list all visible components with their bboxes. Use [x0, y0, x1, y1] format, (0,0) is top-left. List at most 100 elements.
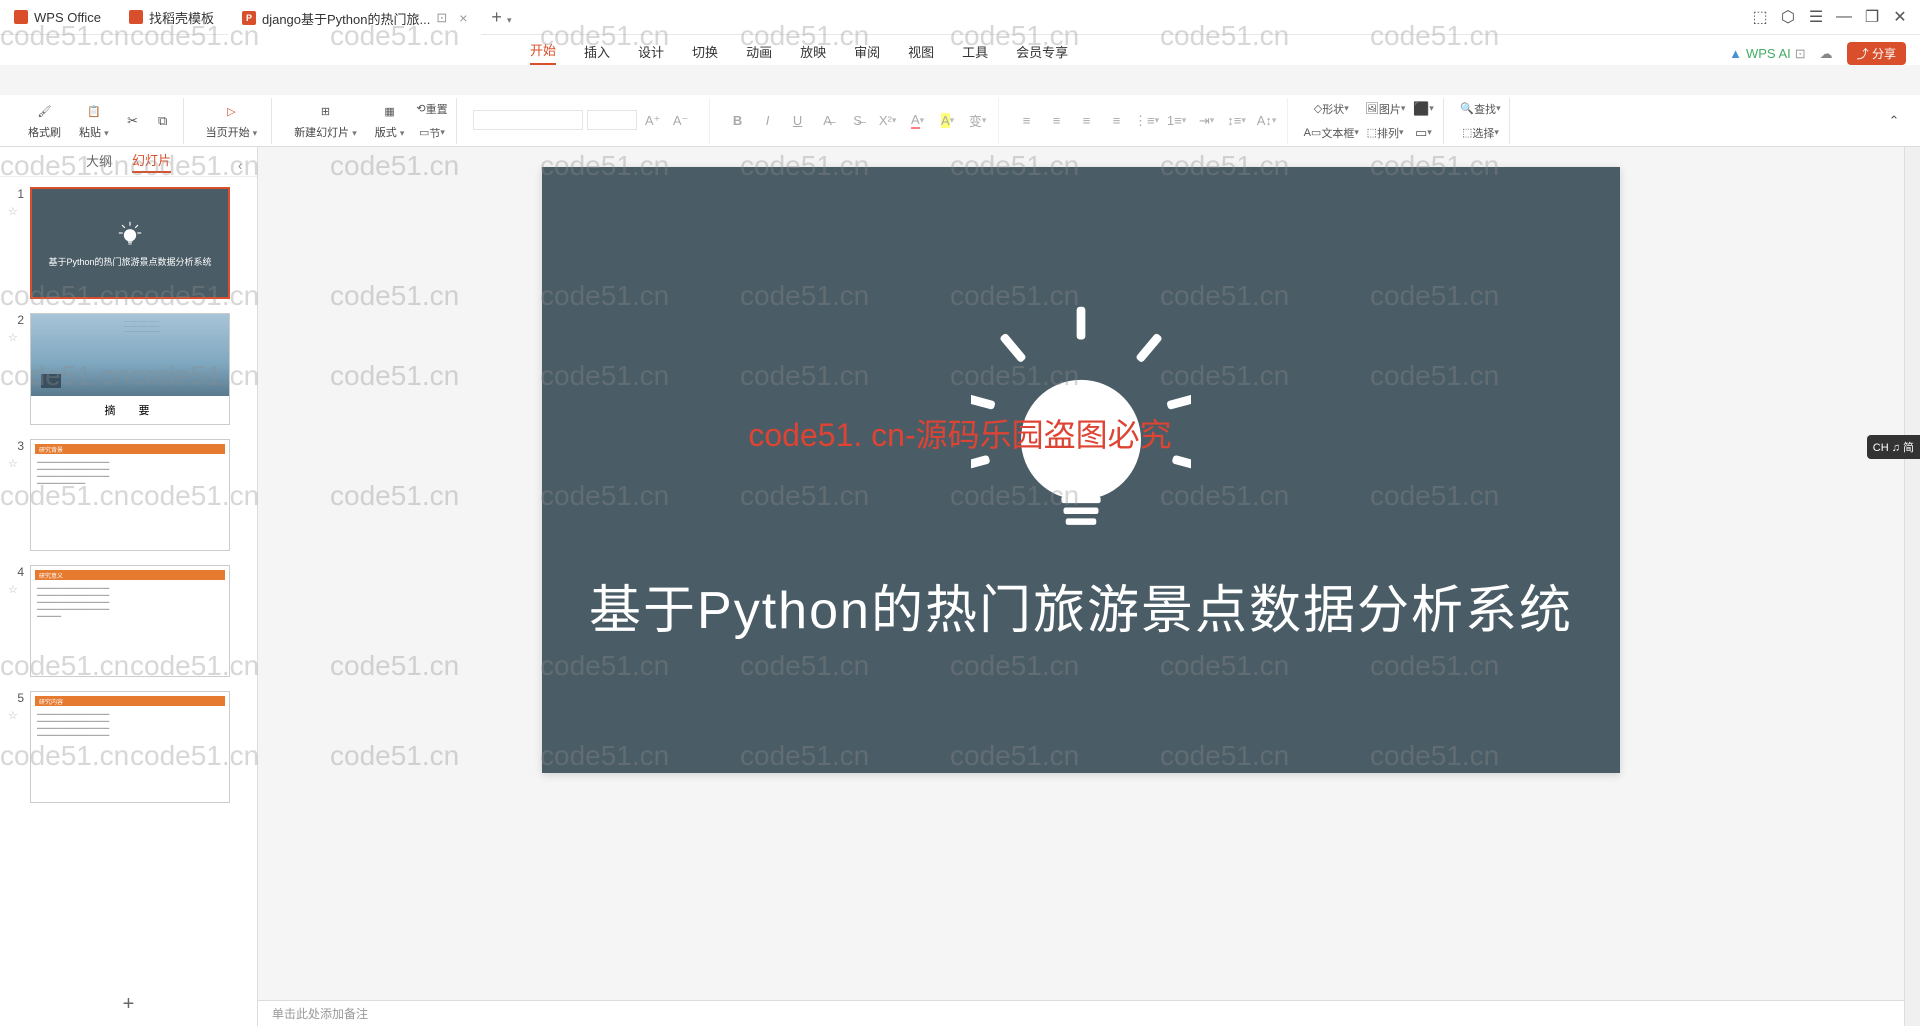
line-spacing-button[interactable]: ↕≡▾: [1225, 110, 1249, 132]
star-icon[interactable]: ☆: [8, 709, 22, 722]
window-btn-1[interactable]: ⬚: [1748, 5, 1772, 29]
decrease-font-button[interactable]: A⁻: [669, 110, 693, 132]
window-controls: ⬚ ⬡ ☰ — ❐ ✕: [1748, 5, 1920, 29]
collapse-panel-icon[interactable]: ‹: [238, 158, 242, 173]
from-current-button[interactable]: ▷当页开始 ▾: [200, 100, 264, 142]
collapse-ribbon-button[interactable]: ⌃: [1882, 110, 1906, 132]
outline-button[interactable]: ▭▾: [1411, 122, 1435, 144]
add-slide-button[interactable]: +: [0, 983, 257, 1026]
justify-button[interactable]: ≡: [1105, 110, 1129, 132]
textbox-button[interactable]: A▭ 文本框 ▾: [1304, 122, 1359, 144]
strikethrough-button[interactable]: S̶: [846, 110, 870, 132]
text-effect-button[interactable]: 变▾: [966, 110, 990, 132]
lightbulb-icon: [116, 219, 144, 247]
share-button[interactable]: ⤴ 分享: [1847, 42, 1906, 65]
slide-title[interactable]: 基于Python的热门旅游景点数据分析系统: [589, 568, 1573, 643]
wps-ai-button[interactable]: ▲WPS AI⊡: [1729, 46, 1806, 62]
maximize-button[interactable]: ❐: [1860, 5, 1884, 29]
strike-button[interactable]: A̶: [816, 110, 840, 132]
minimize-button[interactable]: —: [1832, 5, 1856, 29]
indent-button[interactable]: ⇥▾: [1195, 110, 1219, 132]
select-button[interactable]: ⬚ 选择 ▾: [1460, 122, 1500, 144]
align-right-button[interactable]: ≡: [1075, 110, 1099, 132]
increase-font-button[interactable]: A⁺: [641, 110, 665, 132]
canvas-area: 基于Python的热门旅游景点数据分析系统 单击此处添加备注: [258, 147, 1904, 1026]
titlebar: WPS Office 找稻壳模板 P django基于Python的热门旅...…: [0, 0, 1920, 35]
slide-number-2: 2: [6, 313, 24, 327]
thumbnail-4[interactable]: 研究意义 ━━━━━━━━━━━━━━━━━━━━━━━━━━━━━━━━━━━…: [30, 565, 230, 677]
paste-button[interactable]: 📋粘贴 ▾: [73, 100, 115, 142]
image-button[interactable]: 🖼 图片 ▾: [1365, 98, 1406, 120]
text-direction-button[interactable]: A↕▾: [1255, 110, 1279, 132]
tab-tools[interactable]: 工具: [962, 42, 988, 65]
align-center-button[interactable]: ≡: [1045, 110, 1069, 132]
section-button[interactable]: ▭ 节 ▾: [416, 122, 447, 144]
cloud-icon[interactable]: ☁: [1820, 46, 1833, 62]
tab-start[interactable]: 开始: [530, 40, 556, 65]
align-left-button[interactable]: ≡: [1015, 110, 1039, 132]
close-button[interactable]: ✕: [1888, 5, 1912, 29]
thumbs-list[interactable]: 1 ☆ 基于Python的热门旅游景点数据分析系统 2 ☆ ..........…: [0, 177, 257, 983]
new-slide-button[interactable]: ⊞新建幻灯片 ▾: [288, 100, 363, 142]
tab-insert[interactable]: 插入: [584, 42, 610, 65]
find-button[interactable]: 🔍 查找 ▾: [1460, 98, 1500, 120]
outline-tab[interactable]: 大纲: [86, 151, 112, 172]
tab-view[interactable]: 视图: [908, 42, 934, 65]
highlight-button[interactable]: A▾: [936, 110, 960, 132]
italic-button[interactable]: I: [756, 110, 780, 132]
thumbnail-1[interactable]: 基于Python的热门旅游景点数据分析系统: [30, 187, 230, 299]
slide-canvas[interactable]: 基于Python的热门旅游景点数据分析系统: [542, 167, 1620, 773]
shape-button[interactable]: ◇ 形状 ▾: [1304, 98, 1359, 120]
app-tab-document[interactable]: P django基于Python的热门旅... ⊡ ×: [228, 0, 481, 35]
slides-tab[interactable]: 幻灯片: [132, 150, 171, 173]
copy-button[interactable]: ⧉: [151, 110, 175, 132]
close-icon[interactable]: ×: [459, 10, 467, 26]
star-icon[interactable]: ☆: [8, 205, 22, 218]
thumb4-header: 研究意义: [35, 570, 225, 580]
app-tab-wps[interactable]: WPS Office: [0, 0, 115, 35]
ribbon-tabs: 开始 插入 设计 切换 动画 放映 审阅 视图 工具 会员专享 ▲WPS AI⊡…: [0, 35, 1920, 65]
format-brush-button[interactable]: 🖌格式刷: [22, 100, 67, 142]
notes-bar[interactable]: 单击此处添加备注: [258, 1000, 1904, 1026]
bold-button[interactable]: B: [726, 110, 750, 132]
doc-tab-menu[interactable]: ⊡: [436, 10, 447, 26]
chevron-down-icon[interactable]: ▾: [507, 15, 512, 25]
thumbnails-panel: 大纲 幻灯片 ‹ 1 ☆ 基于Python的热门旅游景点数据分析系统 2 ☆: [0, 147, 258, 1026]
reset-button[interactable]: ⟲ 重置: [416, 98, 447, 120]
thumb5-header: 研究内容: [35, 696, 225, 706]
tab-animation[interactable]: 动画: [746, 42, 772, 65]
tab-design[interactable]: 设计: [638, 42, 664, 65]
underline-button[interactable]: U: [786, 110, 810, 132]
slide-number-4: 4: [6, 565, 24, 579]
tab-show[interactable]: 放映: [800, 42, 826, 65]
vertical-scrollbar[interactable]: [1904, 147, 1920, 1026]
app-tab-template[interactable]: 找稻壳模板: [115, 0, 228, 35]
thumbnail-3[interactable]: 研究背景 ━━━━━━━━━━━━━━━━━━━━━━━━━━━━━━━━━━━…: [30, 439, 230, 551]
superscript-button[interactable]: X²▾: [876, 110, 900, 132]
cut-button[interactable]: ✂: [121, 110, 145, 132]
slide-number-5: 5: [6, 691, 24, 705]
font-color-button[interactable]: A▾: [906, 110, 930, 132]
tab-transition[interactable]: 切换: [692, 42, 718, 65]
template-icon: [129, 10, 143, 24]
numbering-button[interactable]: 1≡▾: [1165, 110, 1189, 132]
thumbnail-5[interactable]: 研究内容 ━━━━━━━━━━━━━━━━━━━━━━━━━━━━━━━━━━━…: [30, 691, 230, 803]
layout-button[interactable]: ▦版式 ▾: [369, 100, 411, 142]
fill-button[interactable]: ⬛▾: [1411, 98, 1435, 120]
thumbnail-2[interactable]: ........................................…: [30, 313, 230, 425]
bullets-button[interactable]: ⋮≡▾: [1135, 110, 1159, 132]
canvas-scroll[interactable]: 基于Python的热门旅游景点数据分析系统: [258, 147, 1904, 1000]
window-btn-2[interactable]: ⬡: [1776, 5, 1800, 29]
main-area: 大纲 幻灯片 ‹ 1 ☆ 基于Python的热门旅游景点数据分析系统 2 ☆: [0, 147, 1920, 1026]
tab-member[interactable]: 会员专享: [1016, 42, 1068, 65]
star-icon[interactable]: ☆: [8, 457, 22, 470]
tab-review[interactable]: 审阅: [854, 42, 880, 65]
star-icon[interactable]: ☆: [8, 331, 22, 344]
star-icon[interactable]: ☆: [8, 583, 22, 596]
window-btn-3[interactable]: ☰: [1804, 5, 1828, 29]
presentation-icon: P: [242, 11, 256, 25]
add-tab-button[interactable]: + ▾: [481, 7, 521, 28]
thumb3-header: 研究背景: [35, 444, 225, 454]
arrange-button[interactable]: ⬚ 排列 ▾: [1365, 122, 1406, 144]
ime-badge[interactable]: CH ♫ 简: [1867, 435, 1920, 459]
